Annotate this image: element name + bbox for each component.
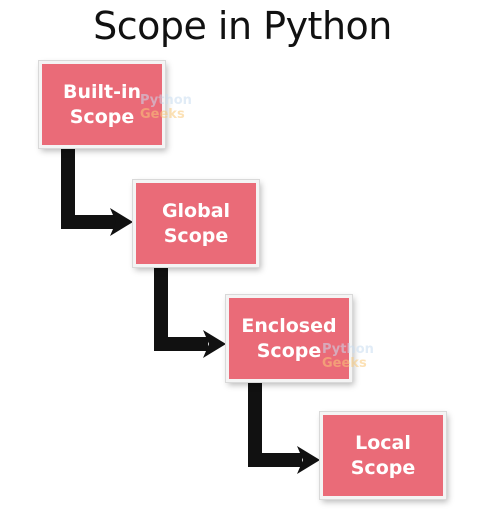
global-scope-label-line2: Scope: [163, 224, 229, 247]
global-scope-box: Global Scope: [133, 180, 259, 267]
arrow-enclosed-to-local: [248, 382, 302, 467]
arrow-builtin-to-global: [61, 148, 116, 229]
builtin-scope-box: Built-in Scope: [39, 61, 165, 148]
global-scope-label-line1: Global: [161, 199, 231, 222]
builtin-scope-label-line1: Built-in: [62, 80, 142, 103]
local-scope-label-line1: Local: [355, 431, 411, 454]
local-scope-box: Local Scope: [320, 412, 446, 499]
enclosed-scope-label-line2: Scope: [256, 339, 322, 362]
enclosed-scope-label-line1: Enclosed: [241, 314, 337, 337]
local-scope-label-line2: Scope: [350, 456, 416, 479]
enclosed-scope-box: Enclosed Scope: [226, 295, 352, 382]
arrow-global-to-enclosed: [154, 267, 208, 351]
builtin-scope-label-line2: Scope: [69, 105, 135, 128]
